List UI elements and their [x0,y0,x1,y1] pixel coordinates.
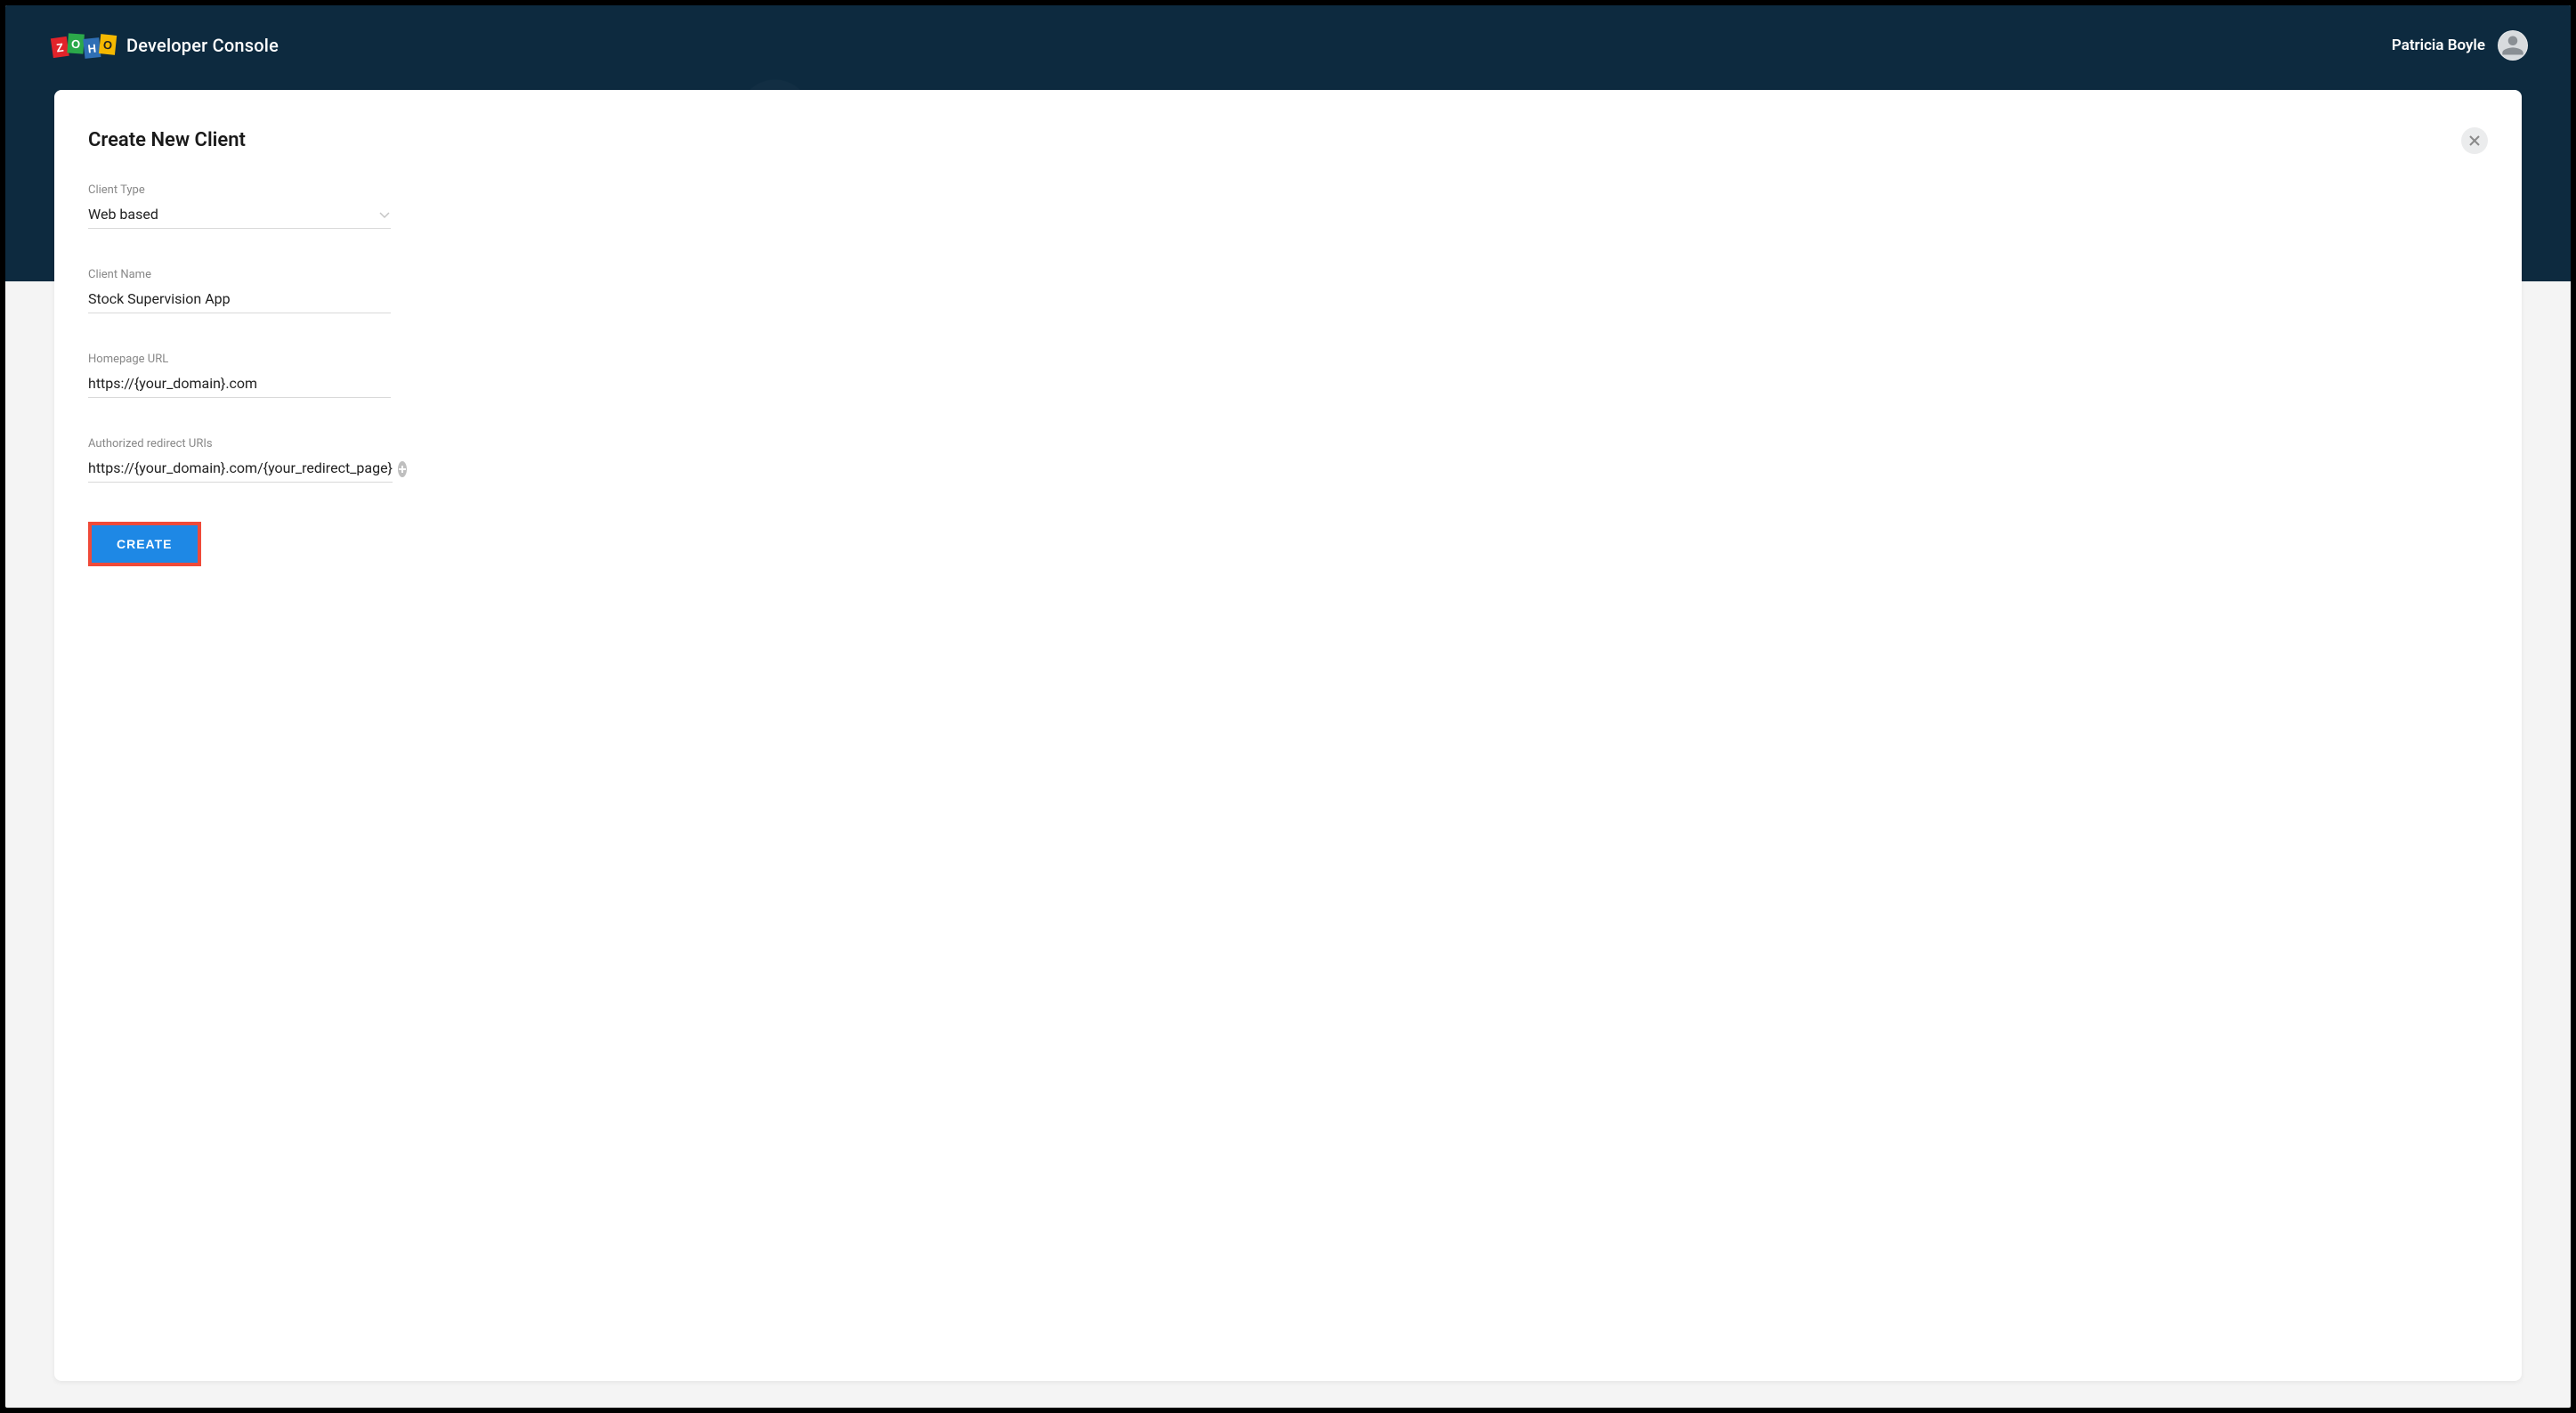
user-name: Patricia Boyle [2392,37,2485,54]
field-client-name: Client Name Stock Supervision App [88,268,391,313]
add-redirect-uri-button[interactable] [398,461,407,477]
logo-letter: H [83,37,101,59]
user-block[interactable]: Patricia Boyle [2392,30,2528,61]
field-homepage-url: Homepage URL https://{your_domain}.com [88,353,391,398]
close-icon [2469,135,2480,146]
create-button-highlight: CREATE [88,522,201,566]
client-type-select[interactable]: Web based [88,206,391,229]
avatar[interactable] [2498,30,2528,61]
create-button[interactable]: CREATE [92,525,198,563]
redirect-uri-value: https://{your_domain}.com/{your_redirect… [88,459,393,476]
client-name-input[interactable]: Stock Supervision App [88,290,391,313]
field-label: Homepage URL [88,353,391,366]
brand: Z O H O Developer Console [52,35,279,56]
logo-letter: Z [51,37,69,58]
homepage-url-value: https://{your_domain}.com [88,375,257,392]
logo-letter: O [67,33,84,53]
field-client-type: Client Type Web based [88,183,391,229]
client-type-value: Web based [88,206,158,223]
card-title: Create New Client [88,129,2488,151]
app-title: Developer Console [126,35,279,56]
chevron-down-icon [378,208,391,221]
topbar: Z O H O Developer Console Patricia Boyle [5,5,2571,85]
redirect-uri-input[interactable]: https://{your_domain}.com/{your_redirect… [88,459,393,483]
field-label: Client Name [88,268,391,281]
client-name-value: Stock Supervision App [88,290,231,307]
close-button[interactable] [2461,127,2488,154]
field-label: Client Type [88,183,391,197]
plus-icon [398,465,407,474]
user-icon [2500,33,2525,58]
field-redirect-uris: Authorized redirect URIs https://{your_d… [88,437,391,483]
zoho-logo: Z O H O [52,36,116,55]
create-client-card: Create New Client Client Type Web based … [54,90,2522,1381]
logo-letter: O [99,34,117,55]
field-label: Authorized redirect URIs [88,437,391,451]
homepage-url-input[interactable]: https://{your_domain}.com [88,375,391,398]
